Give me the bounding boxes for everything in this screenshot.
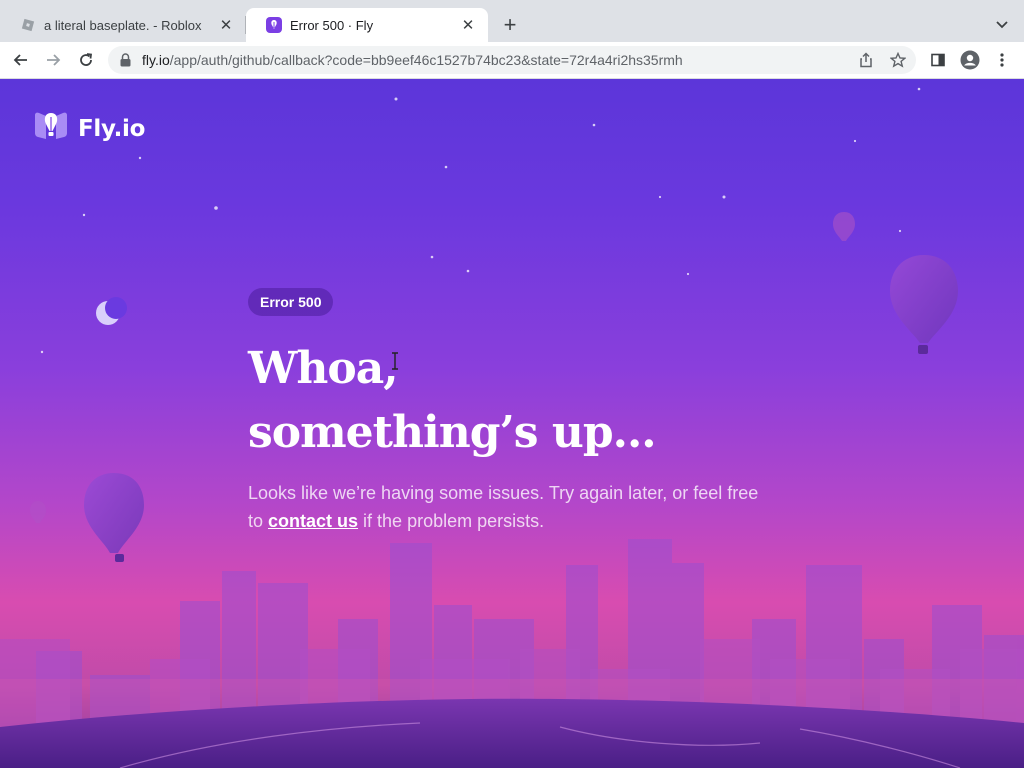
tab-title: Error 500 · Fly <box>290 17 374 33</box>
error-code-badge: Error 500 <box>248 288 334 316</box>
contact-us-link[interactable]: contact us <box>268 511 358 531</box>
reload-icon[interactable] <box>73 47 99 73</box>
roblox-favicon-icon <box>20 17 36 33</box>
hot-air-balloon-tiny <box>30 501 46 523</box>
browser-toolbar: fly.io/app/auth/github/callback?code=bb9… <box>0 42 1024 79</box>
error-description: Looks like we’re having some issues. Try… <box>248 479 768 535</box>
close-tab-icon[interactable]: ✕ <box>216 15 236 35</box>
hot-air-balloon-small <box>833 212 855 241</box>
bookmark-star-icon[interactable] <box>887 49 909 71</box>
url-path: /app/auth/github/callback?code=bb9eef46c… <box>169 52 683 68</box>
error-page: Fly.io Error 500 Whoa, something’s up...… <box>0 79 1024 768</box>
description-text-end: if the problem persists. <box>358 511 545 531</box>
text-cursor-icon <box>390 352 400 375</box>
back-arrow-icon[interactable] <box>8 47 34 73</box>
hot-air-balloon-right <box>890 255 958 354</box>
logo-wordmark: Fly.io <box>78 115 146 142</box>
url-text: fly.io/app/auth/github/callback?code=bb9… <box>142 52 916 68</box>
tab-strip: a literal baseplate. - Roblox ✕ Error 50… <box>0 0 1024 42</box>
new-tab-button[interactable]: + <box>498 12 522 37</box>
side-panel-icon[interactable] <box>925 47 951 73</box>
tab-error-500[interactable]: Error 500 · Fly ✕ <box>246 8 488 42</box>
hot-air-balloon-left <box>84 473 144 562</box>
url-host: fly.io <box>142 52 170 68</box>
tab-search-chevron-icon[interactable] <box>990 13 1014 37</box>
forward-arrow-icon[interactable] <box>40 47 66 73</box>
headline-line-2: something’s up... <box>248 407 657 458</box>
profile-avatar-icon[interactable] <box>957 47 983 73</box>
lock-icon[interactable] <box>120 53 134 67</box>
share-icon[interactable] <box>855 49 877 71</box>
close-tab-icon[interactable]: ✕ <box>458 15 478 35</box>
fly-favicon-icon <box>266 17 282 33</box>
moon-icon <box>96 297 127 325</box>
tab-roblox[interactable]: a literal baseplate. - Roblox ✕ <box>0 8 246 42</box>
fly-balloon-logo-icon <box>32 111 70 146</box>
more-menu-icon[interactable] <box>989 47 1015 73</box>
tab-title: a literal baseplate. - Roblox <box>44 17 202 33</box>
page-title: Whoa, something’s up... <box>248 337 657 465</box>
stars <box>40 87 921 354</box>
headline-line-1: Whoa, <box>248 343 399 394</box>
fly-io-logo[interactable]: Fly.io <box>32 111 145 146</box>
address-bar[interactable]: fly.io/app/auth/github/callback?code=bb9… <box>108 46 916 74</box>
